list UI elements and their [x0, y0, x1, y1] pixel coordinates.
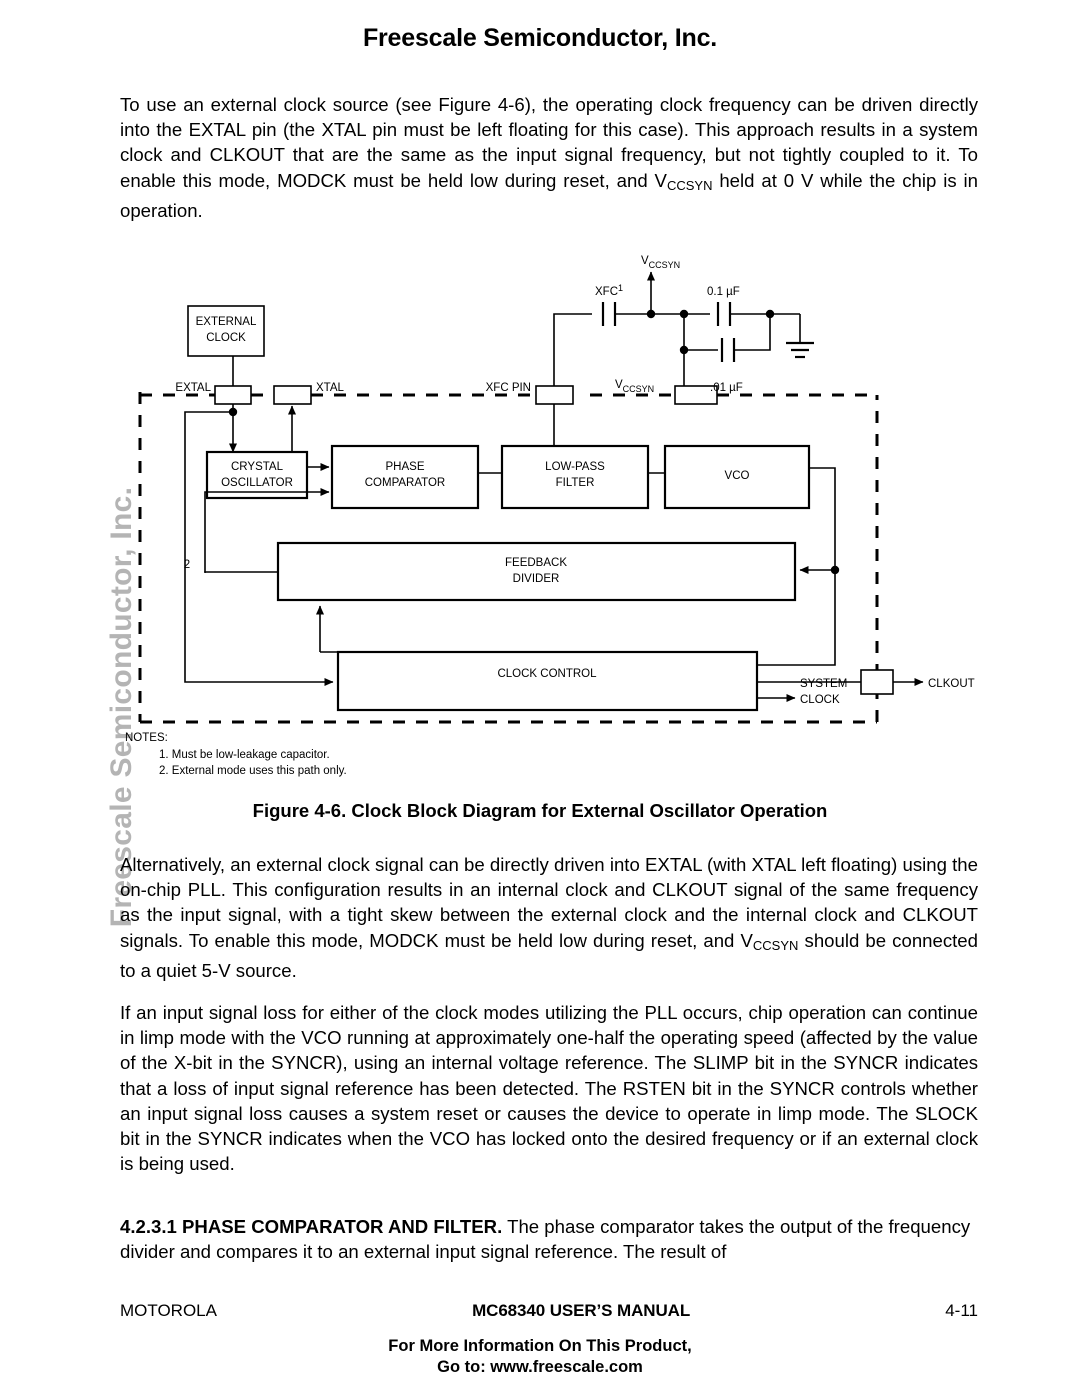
- label-component-xfc: XFC1: [595, 283, 623, 298]
- footer-center-label: MC68340 USER’S MANUAL: [472, 1301, 691, 1320]
- figure-notes-title: NOTES:: [125, 732, 168, 744]
- label-low-pass-filter-line1: LOW-PASS: [545, 461, 605, 473]
- block-clock-control: [336, 650, 759, 712]
- footer-page-number: 4-11: [945, 1301, 978, 1320]
- pin-box-xtal: [273, 385, 312, 405]
- label-external-clock-line2: CLOCK: [206, 332, 246, 344]
- footer-promo-line1: For More Information On This Product,: [388, 1337, 692, 1355]
- wire-vco-to-feedback-rail: [809, 467, 836, 570]
- wire-xfcpin-up: [553, 313, 592, 386]
- junction-dot-vccsyn-supply: [646, 309, 656, 319]
- clock-block-diagram: EXTERNAL CLOCK CRYSTAL OSCILLATOR PHASE …: [0, 240, 1080, 800]
- page-footer: MOTOROLA MC68340 USER’S MANUAL 4-11: [120, 1301, 978, 1321]
- paragraph-signal-loss: If an input signal loss for either of th…: [120, 1000, 978, 1176]
- label-phase-comparator-line2: COMPARATOR: [365, 477, 446, 489]
- label-pin-xtal: XTAL: [316, 382, 345, 394]
- label-pin-vccsyn: VCCSYN: [615, 379, 654, 394]
- paragraph-alternative: Alternatively, an external clock signal …: [120, 852, 978, 983]
- label-net-vccsyn-supply: VCCSYN: [641, 255, 680, 270]
- footer-left-label: MOTOROLA: [120, 1301, 217, 1320]
- label-system-clock-line2: CLOCK: [800, 694, 840, 706]
- label-external-clock-line1: EXTERNAL: [196, 316, 257, 328]
- label-feedback-divider-line2: DIVIDER: [513, 573, 560, 585]
- label-component-cap-0p1uf: 0.1 µF: [707, 286, 740, 298]
- label-clock-control: CLOCK CONTROL: [497, 668, 597, 680]
- label-phase-comparator-line1: PHASE: [386, 461, 425, 473]
- figure-note-2: 2. External mode uses this path only.: [159, 765, 347, 777]
- label-component-cap-0p01uf: .01 µF: [710, 382, 743, 394]
- pin-box-extal: [214, 385, 252, 405]
- label-feedback-divider-line1: FEEDBACK: [505, 557, 567, 569]
- label-clkout: CLKOUT: [928, 678, 975, 690]
- label-system-clock-line1: SYSTEM: [800, 678, 847, 690]
- footer-promo-note: For More Information On This Product, Go…: [0, 1336, 1080, 1378]
- vccsyn-subscript: CCSYN: [666, 177, 713, 193]
- page-header-title: Freescale Semiconductor, Inc.: [362, 24, 718, 52]
- figure-note-1: 1. Must be low-leakage capacitor.: [159, 749, 330, 761]
- vccsyn-subscript-alt: CCSYN: [752, 937, 799, 953]
- paragraph-phase-comparator: 4.2.3.1 PHASE COMPARATOR AND FILTER. The…: [120, 1214, 978, 1264]
- figure-caption: Figure 4-6. Clock Block Diagram for Exte…: [252, 800, 828, 821]
- section-heading-4-2-3-1: 4.2.3.1 PHASE COMPARATOR AND FILTER.: [120, 1216, 503, 1237]
- block-feedback-divider: [276, 541, 797, 602]
- wire-cap001-to-ground-rail: [734, 314, 771, 351]
- label-pin-xfc: XFC PIN: [486, 382, 531, 394]
- block-crystal-oscillator: [205, 450, 309, 500]
- pin-box-xfc: [535, 385, 574, 405]
- label-crystal-oscillator-line1: CRYSTAL: [231, 461, 284, 473]
- label-path-note-2: 2: [184, 559, 190, 571]
- block-external-clock: [187, 305, 265, 357]
- wire-feedback-out-left: [204, 571, 278, 573]
- label-low-pass-filter-line2: FILTER: [556, 477, 595, 489]
- footer-promo-line2: Go to: www.freescale.com: [437, 1358, 643, 1376]
- label-crystal-oscillator-line2: OSCILLATOR: [221, 477, 293, 489]
- paragraph-intro: To use an external clock source (see Fig…: [120, 92, 978, 223]
- label-vco: VCO: [725, 470, 750, 482]
- paragraph-signal-loss-text: If an input signal loss for either of th…: [120, 1002, 978, 1175]
- label-pin-extal: EXTAL: [175, 382, 211, 394]
- pin-box-clkout: [860, 669, 894, 695]
